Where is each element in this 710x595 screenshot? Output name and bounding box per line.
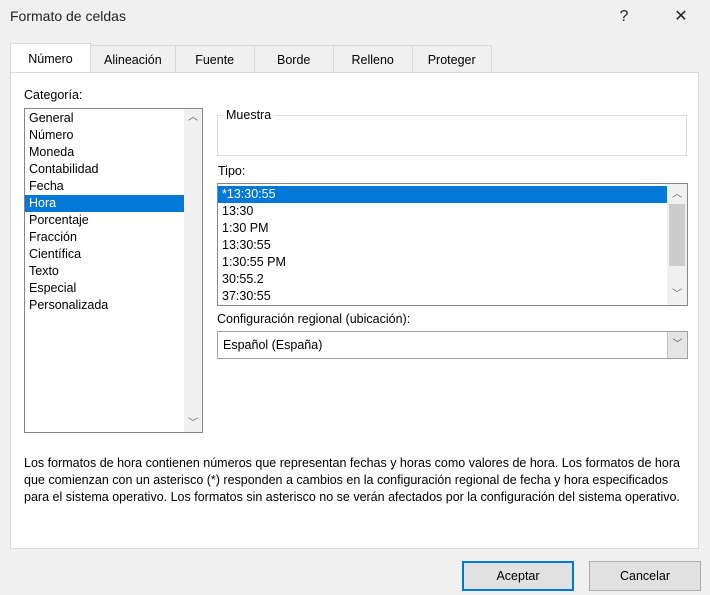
category-item[interactable]: Moneda: [25, 144, 184, 161]
category-item[interactable]: Hora: [25, 195, 184, 212]
tab-alineacion[interactable]: Alineación: [90, 45, 176, 72]
type-list[interactable]: *13:30:55 13:30 1:30 PM 13:30:55 1:30:55 PM 3…: [217, 183, 688, 306]
description-text: Los formatos de hora contienen números q…: [24, 456, 680, 504]
category-item[interactable]: Fracción: [25, 229, 184, 246]
tab-proteger[interactable]: Proteger: [411, 45, 492, 72]
locale-select[interactable]: Español (España) ﹀: [217, 331, 688, 359]
dialog-title: Formato de celdas: [10, 8, 126, 24]
ok-button[interactable]: Aceptar: [462, 561, 574, 591]
locale-label: Configuración regional (ubicación):: [217, 312, 411, 326]
category-item[interactable]: General: [25, 110, 184, 127]
type-item[interactable]: 1:30 PM: [218, 220, 667, 237]
category-item[interactable]: Porcentaje: [25, 212, 184, 229]
chevron-down-icon[interactable]: ﹀: [667, 332, 687, 358]
locale-value: Español (España): [223, 338, 323, 352]
type-item[interactable]: 13:30: [218, 203, 667, 220]
close-button[interactable]: ✕: [666, 4, 696, 30]
tab-borde[interactable]: Borde: [253, 45, 334, 72]
scroll-thumb[interactable]: [669, 204, 685, 266]
category-item[interactable]: Especial: [25, 280, 184, 297]
category-item[interactable]: Personalizada: [25, 297, 184, 314]
sample-label: Muestra: [223, 108, 275, 122]
type-scrollbar[interactable]: ︿ ﹀: [667, 184, 687, 305]
category-item[interactable]: Científica: [25, 246, 184, 263]
type-item[interactable]: 37:30:55: [218, 288, 667, 305]
tab-fuente[interactable]: Fuente: [174, 45, 255, 72]
type-item[interactable]: 13:30:55: [218, 237, 667, 254]
scroll-up-icon[interactable]: ︿: [184, 109, 202, 126]
category-label: Categoría:: [24, 88, 83, 102]
tab-bar: Número Alineación Fuente Borde Relleno P…: [10, 43, 492, 72]
category-item[interactable]: Fecha: [25, 178, 184, 195]
category-item[interactable]: Texto: [25, 263, 184, 280]
scroll-up-icon[interactable]: ︿: [667, 186, 687, 203]
help-button[interactable]: ?: [609, 4, 639, 30]
category-item[interactable]: Número: [25, 127, 184, 144]
sample-group: [217, 115, 687, 156]
type-label: Tipo:: [218, 164, 246, 178]
tab-numero[interactable]: Número: [10, 43, 91, 72]
category-list[interactable]: General Número Moneda Contabilidad Fecha Hora…: [24, 108, 203, 433]
tab-relleno[interactable]: Relleno: [332, 45, 413, 72]
cancel-button[interactable]: Cancelar: [589, 561, 701, 591]
category-item[interactable]: Contabilidad: [25, 161, 184, 178]
type-item[interactable]: *13:30:55: [218, 186, 667, 203]
scroll-down-icon[interactable]: ﹀: [184, 415, 202, 432]
type-item[interactable]: 1:30:55 PM: [218, 254, 667, 271]
scroll-down-icon[interactable]: ﹀: [667, 286, 687, 303]
category-scrollbar[interactable]: ︿ ﹀: [184, 109, 202, 432]
type-item[interactable]: 30:55.2: [218, 271, 667, 288]
